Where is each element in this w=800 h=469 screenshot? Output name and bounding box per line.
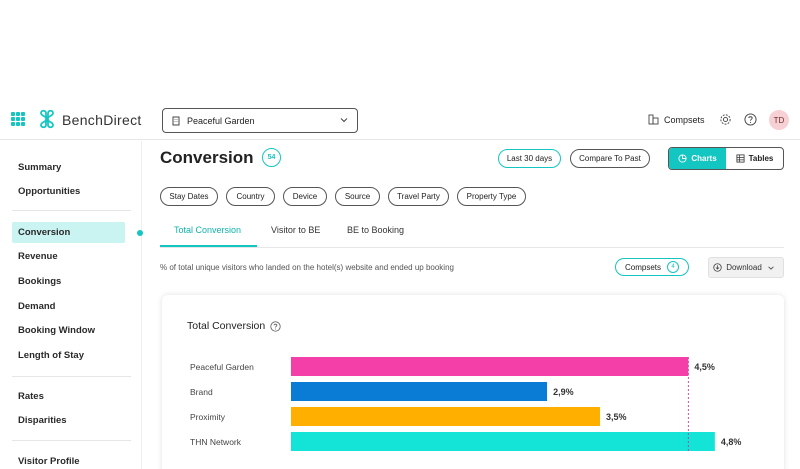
building-icon <box>172 116 180 125</box>
filter-country[interactable]: Country <box>226 187 275 206</box>
sidebar-item-disparities[interactable]: Disparities <box>18 415 67 426</box>
sidebar-divider <box>12 376 131 377</box>
compsets-count-badge: 4 <box>667 261 679 273</box>
sidebar-divider <box>12 440 131 441</box>
sidebar-item-demand[interactable]: Demand <box>18 301 55 312</box>
tab-be-to-booking[interactable]: BE to Booking <box>347 225 404 235</box>
page-title: Conversion <box>160 148 254 167</box>
compsets-button[interactable]: Compsets 4 <box>615 258 689 276</box>
view-toggle: Charts Tables <box>668 147 784 170</box>
tab-visitor-to-be[interactable]: Visitor to BE <box>271 225 320 235</box>
period-selector[interactable]: Last 30 days <box>498 149 561 168</box>
sidebar-item-length-of-stay[interactable]: Length of Stay <box>18 350 84 361</box>
filter-stay-dates[interactable]: Stay Dates <box>160 187 218 206</box>
sidebar-item-bookings[interactable]: Bookings <box>18 276 61 287</box>
sidebar-item-summary[interactable]: Summary <box>18 162 61 173</box>
filter-device[interactable]: Device <box>283 187 327 206</box>
tab-total-conversion[interactable]: Total Conversion <box>174 225 241 235</box>
tables-label: Tables <box>748 154 774 163</box>
download-button[interactable]: Download <box>708 257 784 278</box>
sidebar-item-conversion[interactable]: Conversion <box>12 222 125 243</box>
user-avatar[interactable]: TD <box>769 110 789 130</box>
table-icon <box>736 154 745 163</box>
filter-source[interactable]: Source <box>335 187 380 206</box>
help-icon[interactable] <box>744 113 757 126</box>
active-indicator-dot <box>137 230 143 236</box>
compsets-icon <box>648 114 659 125</box>
help-icon[interactable] <box>270 320 281 332</box>
apps-grid-icon[interactable] <box>11 112 25 126</box>
compsets-label: Compsets <box>664 114 705 125</box>
download-icon <box>713 263 722 272</box>
compsets-label: Compsets <box>624 262 661 272</box>
sidebar-item-revenue[interactable]: Revenue <box>18 251 58 262</box>
card-title-wrap: Total Conversion <box>187 320 281 332</box>
filter-property-type[interactable]: Property Type <box>457 187 526 206</box>
pie-chart-icon <box>678 154 687 163</box>
chevron-down-icon <box>768 266 774 270</box>
sidebar-item-rates[interactable]: Rates <box>18 391 44 402</box>
tabs-divider <box>160 247 784 248</box>
benchdirect-logo-icon <box>40 109 54 129</box>
sidebar-item-opportunities[interactable]: Opportunities <box>18 186 80 197</box>
compare-to-past-button[interactable]: Compare To Past <box>570 149 650 168</box>
sidebar-item-visitor-profile[interactable]: Visitor Profile <box>18 456 80 467</box>
settings-gear-icon[interactable] <box>719 113 732 126</box>
sidebar-divider <box>12 210 131 211</box>
tables-view-button[interactable]: Tables <box>726 148 783 169</box>
charts-view-button[interactable]: Charts <box>669 148 726 169</box>
hotel-selector[interactable]: Peaceful Garden <box>162 108 358 133</box>
app-name: BenchDirect <box>62 112 142 128</box>
metric-description: % of total unique visitors who landed on… <box>160 263 454 272</box>
filter-travel-party[interactable]: Travel Party <box>388 187 449 206</box>
chevron-down-icon <box>340 118 348 123</box>
card-title: Total Conversion <box>187 320 266 332</box>
compsets-menu-button[interactable]: Compsets <box>648 114 705 125</box>
download-label: Download <box>726 263 762 272</box>
top-bar: BenchDirect Peaceful Garden Compsets TD <box>0 100 800 140</box>
score-badge: 54 <box>262 148 281 167</box>
sidebar: Summary Opportunities Conversion Revenue… <box>0 141 143 469</box>
sidebar-item-booking-window[interactable]: Booking Window <box>18 325 95 336</box>
hotel-name: Peaceful Garden <box>187 115 255 126</box>
charts-label: Charts <box>691 154 717 163</box>
